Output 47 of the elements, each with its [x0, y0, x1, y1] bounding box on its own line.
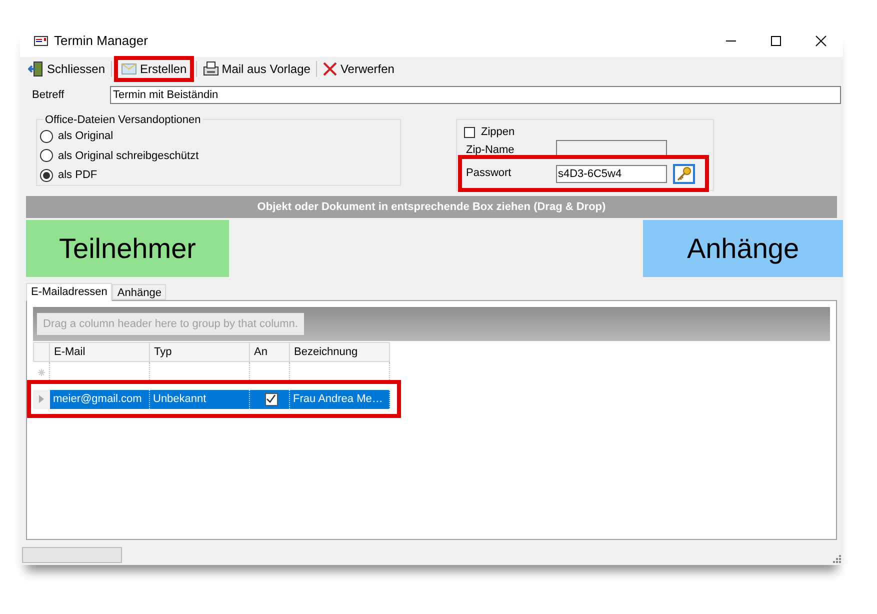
drop-box[interactable]: Anhänge	[643, 220, 843, 277]
column-header[interactable]: Bezeichnung	[290, 342, 390, 362]
envelope-icon	[121, 61, 138, 77]
radio-label: als PDF	[58, 168, 98, 183]
radio-button[interactable]	[40, 130, 53, 143]
cross-icon	[323, 62, 338, 76]
window-icon	[34, 35, 48, 47]
zip-checkbox[interactable]	[464, 126, 475, 138]
radio-button[interactable]	[40, 149, 53, 162]
door-icon	[28, 61, 44, 77]
zip-name-label: Zip-Name	[466, 143, 514, 158]
maximize-icon[interactable]	[770, 35, 782, 47]
key-icon	[676, 166, 692, 182]
column-header[interactable]: An	[250, 342, 290, 362]
password-field[interactable]: s4D3-6C5w4	[556, 164, 667, 182]
column-header[interactable]: E-Mail	[50, 342, 150, 362]
key-button[interactable]	[673, 164, 695, 184]
printer-icon	[202, 61, 219, 77]
table-cell: Unbekannt	[150, 390, 250, 408]
password-label: Passwort	[466, 166, 512, 182]
resize-grip-icon[interactable]	[831, 553, 841, 563]
column-header[interactable]: Typ	[150, 342, 250, 362]
toolbar-button[interactable]: Verwerfen	[321, 58, 396, 80]
subject-label: Betreff	[32, 88, 66, 103]
toolbar-button[interactable]: Erstellen	[116, 58, 192, 80]
group-hint: Drag a column header here to group by that column.	[37, 312, 304, 336]
table-cell: meier@gmail.com	[50, 390, 150, 408]
tab[interactable]: E-Mailadressen	[26, 283, 112, 301]
group-title: Office-Dateien Versandoptionen	[43, 112, 203, 128]
window-title: Termin Manager	[54, 32, 148, 50]
drop-hint-bar: Objekt oder Dokument in entsprechende Box ziehen (Drag & Drop)	[26, 196, 837, 218]
drop-box[interactable]: Teilnehmer	[26, 220, 229, 277]
subject-field[interactable]: Termin mit Beiständin	[110, 86, 841, 104]
row-header	[33, 342, 50, 362]
table-row[interactable]: meier@gmail.com Unbekannt Frau Andrea Me…	[33, 390, 390, 408]
row-indicator-icon	[39, 395, 44, 403]
toolbar-button[interactable]: Mail aus Vorlage	[200, 58, 312, 80]
zip-label: Zippen	[481, 125, 515, 140]
radio-label: als Original	[58, 129, 114, 144]
checkbox[interactable]	[264, 392, 278, 406]
table-cell: Frau Andrea Me…	[290, 390, 390, 408]
radio-button[interactable]	[40, 168, 53, 182]
close-icon[interactable]	[815, 35, 827, 47]
toolbar-button[interactable]: Schliessen	[26, 58, 108, 80]
radio-label: als Original schreibgeschützt	[58, 148, 199, 164]
new-row-icon	[38, 368, 44, 376]
tab[interactable]: Anhänge	[112, 284, 166, 300]
